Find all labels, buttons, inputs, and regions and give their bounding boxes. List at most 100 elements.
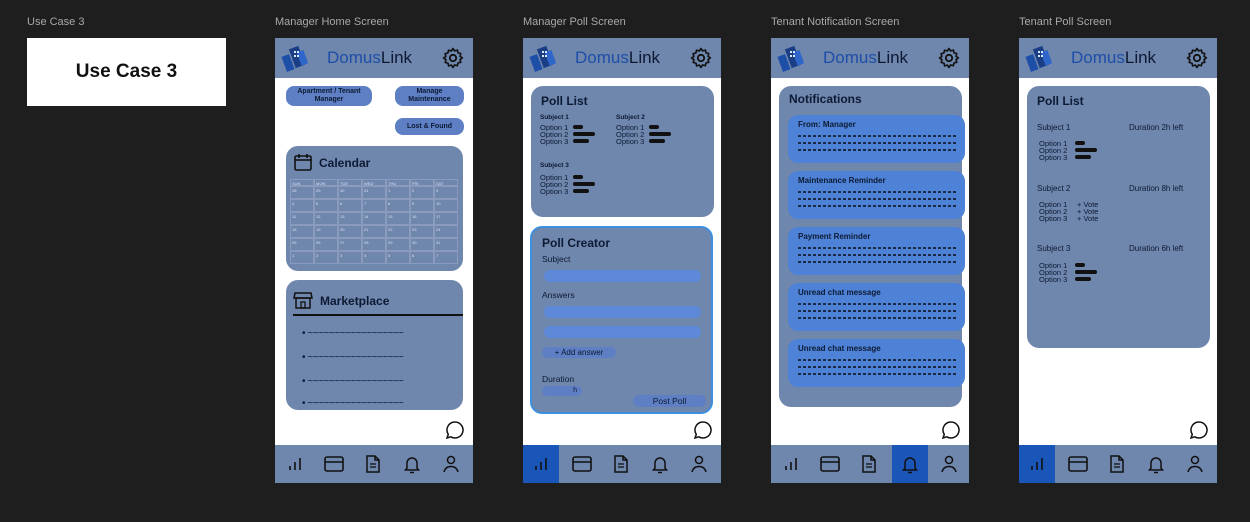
calendar-day-cell[interactable]: 25 bbox=[290, 238, 314, 251]
calendar-day-cell[interactable]: 7 bbox=[362, 199, 386, 212]
calendar-day-cell[interactable]: 8 bbox=[386, 199, 410, 212]
calendar-day-cell[interactable]: 31 bbox=[362, 186, 386, 199]
calendar-day-cell[interactable]: 5 bbox=[386, 251, 410, 264]
calendar-day-cell[interactable]: 5 bbox=[314, 199, 338, 212]
nav-profile-button[interactable] bbox=[681, 445, 717, 483]
marketplace-item[interactable]: • ~~~~~~~~~~~~~~~~~~ bbox=[302, 376, 404, 387]
apartment-tenant-manager-button[interactable]: Apartment / Tenant Manager bbox=[286, 86, 372, 106]
answer-input[interactable] bbox=[544, 306, 701, 318]
calendar-day-cell[interactable]: 22 bbox=[386, 225, 410, 238]
calendar-day-cell[interactable]: 3 bbox=[434, 186, 458, 199]
card-icon bbox=[324, 456, 344, 472]
notification-item[interactable]: Unread chat message bbox=[788, 339, 965, 387]
frame-label-use-case: Use Case 3 bbox=[27, 16, 85, 28]
nav-document-button[interactable] bbox=[1099, 445, 1135, 483]
nav-card-button[interactable] bbox=[812, 445, 848, 483]
calendar-day-cell[interactable]: 23 bbox=[410, 225, 434, 238]
calendar-day-cell[interactable]: 3 bbox=[338, 251, 362, 264]
calendar-day-cell[interactable]: 17 bbox=[434, 212, 458, 225]
poll-creator-card[interactable]: Poll Creator Subject Answers + Add answe… bbox=[530, 226, 713, 414]
calendar-day-cell[interactable]: 10 bbox=[434, 199, 458, 212]
calendar-day-cell[interactable]: 7 bbox=[434, 251, 458, 264]
poll-list-card[interactable]: Poll List Subject 1 Option 1 Option 2 Opti… bbox=[531, 86, 714, 217]
calendar-card[interactable]: Calendar SUN MON TUE WED THU FRI SAT 28 29 30 31 1 2… bbox=[286, 146, 463, 271]
notification-item[interactable]: From: Manager bbox=[788, 115, 965, 163]
calendar-day-cell[interactable]: 4 bbox=[362, 251, 386, 264]
calendar-day-cell[interactable]: 18 bbox=[290, 225, 314, 238]
chat-bubble-icon[interactable] bbox=[1189, 420, 1209, 440]
calendar-day-cell[interactable]: 13 bbox=[338, 212, 362, 225]
marketplace-title: Marketplace bbox=[320, 294, 390, 308]
calendar-day-cell[interactable]: 21 bbox=[362, 225, 386, 238]
nav-profile-button[interactable] bbox=[931, 445, 967, 483]
notification-item[interactable]: Payment Reminder bbox=[788, 227, 965, 275]
marketplace-divider bbox=[293, 314, 463, 316]
calendar-day-cell[interactable]: 24 bbox=[434, 225, 458, 238]
nav-profile-button[interactable] bbox=[1177, 445, 1213, 483]
calendar-day-cell[interactable]: 26 bbox=[314, 238, 338, 251]
marketplace-card[interactable]: Marketplace • ~~~~~~~~~~~~~~~~~~ • ~~~~~… bbox=[286, 280, 463, 410]
vote-buttons[interactable]: + Vote + Vote + Vote bbox=[1077, 201, 1098, 223]
calendar-day-cell[interactable]: 1 bbox=[386, 186, 410, 199]
notification-item[interactable]: Maintenance Reminder bbox=[788, 171, 965, 219]
nav-card-button[interactable] bbox=[1060, 445, 1096, 483]
settings-gear-icon[interactable] bbox=[689, 46, 713, 70]
calendar-day-cell[interactable]: 11 bbox=[290, 212, 314, 225]
calendar-day-cell[interactable]: 28 bbox=[362, 238, 386, 251]
calendar-day-cell[interactable]: 1 bbox=[290, 251, 314, 264]
nav-stats-button[interactable] bbox=[1019, 445, 1055, 483]
nav-profile-button[interactable] bbox=[433, 445, 469, 483]
calendar-day-cell[interactable]: 19 bbox=[314, 225, 338, 238]
marketplace-item[interactable]: • ~~~~~~~~~~~~~~~~~~ bbox=[302, 352, 404, 363]
duration-input[interactable]: h bbox=[542, 386, 582, 396]
calendar-day-cell[interactable]: 27 bbox=[338, 238, 362, 251]
calendar-day-cell[interactable]: 6 bbox=[410, 251, 434, 264]
calendar-day-cell[interactable]: 29 bbox=[314, 186, 338, 199]
nav-bell-button[interactable] bbox=[642, 445, 678, 483]
answer-input[interactable] bbox=[544, 326, 701, 338]
nav-document-button[interactable] bbox=[355, 445, 391, 483]
post-poll-button[interactable]: Post Poll bbox=[633, 395, 706, 407]
calendar-grid[interactable]: SUN MON TUE WED THU FRI SAT 28 29 30 31 1 2 3 4 5 6 7 8 9 10… bbox=[290, 179, 458, 271]
add-answer-button[interactable]: + Add answer bbox=[542, 347, 616, 358]
nav-bell-button[interactable] bbox=[1138, 445, 1174, 483]
nav-document-button[interactable] bbox=[851, 445, 887, 483]
calendar-day-cell[interactable]: 14 bbox=[362, 212, 386, 225]
chat-bubble-icon[interactable] bbox=[445, 420, 465, 440]
calendar-day-cell[interactable]: 28 bbox=[290, 186, 314, 199]
nav-stats-button[interactable] bbox=[773, 445, 809, 483]
nav-card-button[interactable] bbox=[316, 445, 352, 483]
poll-subject-1: Subject 1 bbox=[1037, 123, 1071, 132]
marketplace-item[interactable]: • ~~~~~~~~~~~~~~~~~~ bbox=[302, 398, 404, 409]
calendar-day-cell[interactable]: 31 bbox=[434, 238, 458, 251]
lost-and-found-button[interactable]: Lost & Found bbox=[395, 118, 464, 135]
calendar-day-cell[interactable]: 30 bbox=[338, 186, 362, 199]
calendar-day-cell[interactable]: 9 bbox=[410, 199, 434, 212]
nav-card-button[interactable] bbox=[564, 445, 600, 483]
vote-bar bbox=[649, 125, 659, 129]
settings-gear-icon[interactable] bbox=[937, 46, 961, 70]
calendar-day-cell[interactable]: 12 bbox=[314, 212, 338, 225]
calendar-day-cell[interactable]: 2 bbox=[410, 186, 434, 199]
nav-bell-button[interactable] bbox=[892, 445, 928, 483]
calendar-day-cell[interactable]: 29 bbox=[386, 238, 410, 251]
subject-input[interactable] bbox=[544, 270, 701, 282]
marketplace-item[interactable]: • ~~~~~~~~~~~~~~~~~~ bbox=[302, 328, 404, 339]
settings-gear-icon[interactable] bbox=[441, 46, 465, 70]
notification-item[interactable]: Unread chat message bbox=[788, 283, 965, 331]
calendar-day-cell[interactable]: 15 bbox=[386, 212, 410, 225]
calendar-day-cell[interactable]: 4 bbox=[290, 199, 314, 212]
nav-document-button[interactable] bbox=[603, 445, 639, 483]
settings-gear-icon[interactable] bbox=[1185, 46, 1209, 70]
calendar-day-cell[interactable]: 6 bbox=[338, 199, 362, 212]
chat-bubble-icon[interactable] bbox=[941, 420, 961, 440]
calendar-day-cell[interactable]: 30 bbox=[410, 238, 434, 251]
calendar-day-cell[interactable]: 2 bbox=[314, 251, 338, 264]
chat-bubble-icon[interactable] bbox=[693, 420, 713, 440]
calendar-day-cell[interactable]: 16 bbox=[410, 212, 434, 225]
nav-stats-button[interactable] bbox=[523, 445, 559, 483]
nav-bell-button[interactable] bbox=[394, 445, 430, 483]
calendar-day-cell[interactable]: 20 bbox=[338, 225, 362, 238]
manage-maintenance-button[interactable]: Manage Maintenance bbox=[395, 86, 464, 106]
nav-stats-button[interactable] bbox=[277, 445, 313, 483]
